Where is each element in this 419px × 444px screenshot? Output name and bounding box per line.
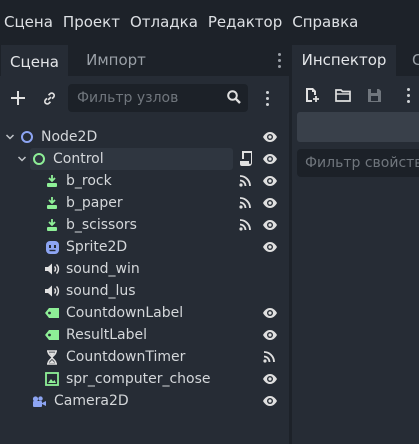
scene-toolbar: [0, 82, 289, 114]
property-filter-field: [297, 149, 419, 177]
menu-scene[interactable]: Сцена: [0, 0, 58, 44]
tree-label-sound-lus: sound_lus: [66, 283, 136, 299]
menu-help[interactable]: Справка: [287, 0, 363, 44]
sprite2d-icon: [44, 239, 60, 255]
visibility-eye-icon[interactable]: [262, 130, 278, 144]
visibility-eye-icon[interactable]: [262, 196, 278, 210]
tree-label-camera2d: Camera2D: [54, 393, 129, 409]
label-icon: [44, 305, 60, 321]
tab-second-cut-off[interactable]: С: [412, 45, 419, 76]
tree-row-countdown-label[interactable]: CountdownLabel: [0, 302, 289, 324]
chevron-down-icon[interactable]: [17, 154, 27, 164]
node-filter-input[interactable]: [68, 84, 218, 112]
tab-inspector[interactable]: Инспектор: [292, 45, 396, 76]
tree-row-sprite2d[interactable]: Sprite2D: [0, 236, 289, 258]
audio-stream-player-icon: [44, 283, 60, 299]
menu-bar: Сцена Проект Отладка Редактор Справка: [0, 0, 419, 44]
inspector-object-bar[interactable]: [297, 112, 419, 142]
texture-rect-icon: [44, 371, 60, 387]
tree-label-result-label: ResultLabel: [66, 327, 148, 343]
tree-row-b-rock[interactable]: b_rock: [0, 170, 289, 192]
folder-icon: [335, 89, 351, 102]
tree-label-control: Control: [53, 151, 104, 167]
menu-debug[interactable]: Отладка: [125, 0, 203, 44]
control-icon: [31, 151, 47, 167]
signal-icon[interactable]: [238, 196, 252, 210]
instance-scene-button[interactable]: [36, 84, 62, 112]
scene-dock-tabbar: Сцена Импорт: [0, 45, 289, 76]
open-resource-button[interactable]: [333, 85, 353, 105]
save-resource-button[interactable]: [364, 85, 384, 105]
plus-icon: [11, 91, 25, 105]
tree-label-sound-win: sound_win: [66, 261, 140, 277]
scene-options-icon[interactable]: [258, 84, 276, 112]
tree-label-b-rock: b_rock: [66, 173, 112, 189]
tree-label-spr-computer-chose: spr_computer_chose: [66, 371, 211, 387]
visibility-eye-icon[interactable]: [262, 218, 278, 232]
tab-import[interactable]: Импорт: [78, 45, 154, 76]
visibility-eye-icon[interactable]: [262, 394, 278, 408]
visibility-eye-icon[interactable]: [262, 174, 278, 188]
label-icon: [44, 327, 60, 343]
new-resource-icon: [306, 88, 319, 102]
signal-icon[interactable]: [262, 350, 276, 364]
texture-button-icon: [44, 173, 60, 189]
texture-button-icon: [44, 195, 60, 211]
visibility-eye-icon[interactable]: [262, 372, 278, 386]
link-icon: [43, 91, 55, 105]
save-icon: [367, 88, 381, 102]
tree-row-control[interactable]: Control: [0, 148, 289, 170]
tree-row-b-scissors[interactable]: b_scissors: [0, 214, 289, 236]
add-node-button[interactable]: [5, 84, 31, 112]
inspector-options-icon[interactable]: [405, 85, 411, 105]
signal-icon[interactable]: [238, 174, 252, 188]
tree-row-b-paper[interactable]: b_paper: [0, 192, 289, 214]
script-icon[interactable]: [238, 150, 254, 168]
tree-row-result-label[interactable]: ResultLabel: [0, 324, 289, 346]
property-filter-input[interactable]: [297, 149, 419, 177]
node2d-icon: [19, 129, 35, 145]
tree-label-countdown-label: CountdownLabel: [66, 305, 184, 321]
tree-row-countdown-timer[interactable]: CountdownTimer: [0, 346, 289, 368]
camera2d-icon: [31, 393, 47, 409]
inspector-dock: Инспектор С: [292, 45, 419, 444]
menu-project[interactable]: Проект: [58, 0, 125, 44]
menu-editor[interactable]: Редактор: [203, 0, 287, 44]
audio-stream-player-icon: [44, 261, 60, 277]
tree-label-node2d: Node2D: [41, 129, 98, 145]
tree-row-node2d[interactable]: Node2D: [0, 126, 289, 148]
node-filter-field: [68, 84, 248, 112]
tab-options-icon[interactable]: [270, 45, 288, 76]
timer-icon: [44, 349, 60, 365]
tree-label-countdown-timer: CountdownTimer: [66, 349, 186, 365]
visibility-eye-icon[interactable]: [262, 306, 278, 320]
tree-row-sound-lus[interactable]: sound_lus: [0, 280, 289, 302]
texture-button-icon: [44, 217, 60, 233]
tree-label-b-paper: b_paper: [66, 195, 123, 211]
search-icon: [227, 90, 241, 104]
tree-row-spr-computer-chose[interactable]: spr_computer_chose: [0, 368, 289, 390]
tree-row-sound-win[interactable]: sound_win: [0, 258, 289, 280]
tree-label-b-scissors: b_scissors: [66, 217, 137, 233]
tab-scene[interactable]: Сцена: [1, 45, 68, 76]
visibility-eye-icon[interactable]: [262, 328, 278, 342]
inspector-tabbar: Инспектор С: [292, 45, 419, 76]
visibility-eye-icon[interactable]: [262, 240, 278, 254]
visibility-eye-icon[interactable]: [262, 152, 278, 166]
scene-dock: Сцена Импорт Фильтр узлов Node2D Control…: [0, 45, 289, 444]
tree-label-sprite2d: Sprite2D: [66, 239, 128, 255]
new-resource-button[interactable]: [302, 85, 322, 105]
signal-icon[interactable]: [238, 218, 252, 232]
tree-row-camera2d[interactable]: Camera2D: [0, 390, 289, 412]
chevron-down-icon[interactable]: [5, 132, 15, 142]
